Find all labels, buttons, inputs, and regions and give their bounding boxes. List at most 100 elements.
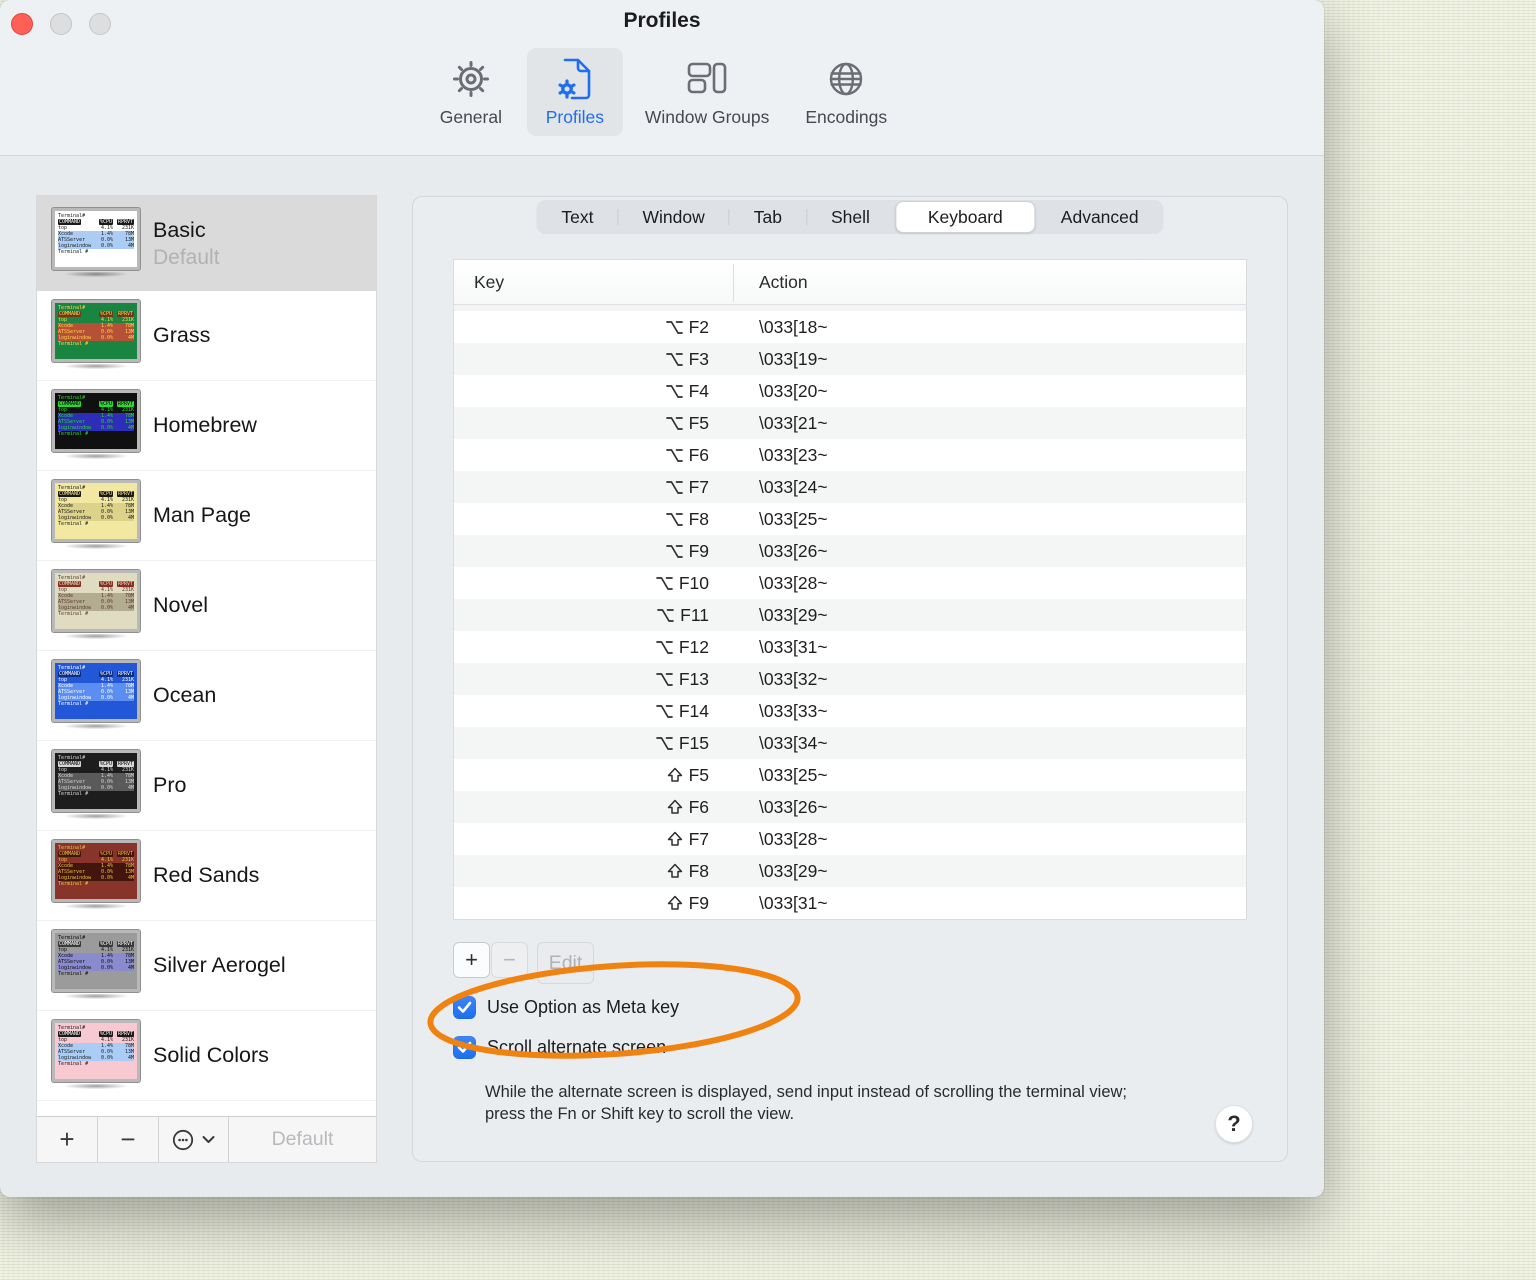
action-cell: \033[31~ <box>759 892 828 913</box>
profile-item-ocean[interactable]: Terminal# COMMAND %CPU RPRVT top 4.1% 231K Xcod… <box>37 651 376 741</box>
tab-text[interactable]: Text <box>537 201 617 233</box>
profile-more-options-button[interactable] <box>159 1117 229 1162</box>
profile-item-grass[interactable]: Terminal# COMMAND %CPU RPRVT top 4.1% 231K Xcod… <box>37 291 376 381</box>
profile-thumbnail: Terminal# COMMAND %CPU RPRVT top 4.1% 231K Xcod… <box>51 389 141 461</box>
profile-item-homebrew[interactable]: Terminal# COMMAND %CPU RPRVT top 4.1% 231K Xcod… <box>37 381 376 471</box>
table-row[interactable]: F5 \033[21~ <box>454 407 1246 439</box>
action-cell: \033[26~ <box>759 796 828 817</box>
toolbar-item-label: Profiles <box>545 107 605 127</box>
toolbar-item-profiles[interactable]: Profiles <box>526 48 623 136</box>
toolbar-item-window-groups[interactable]: Window Groups <box>631 48 784 136</box>
tab-tab[interactable]: Tab <box>730 201 806 233</box>
toolbar-item-label: Encodings <box>805 107 888 127</box>
profile-list: Terminal# COMMAND %CPU RPRVT top 4.1% 231K Xcod… <box>37 196 376 1101</box>
alternate-screen-help-text: While the alternate screen is displayed,… <box>485 1083 1128 1123</box>
key-mapping-table: Key Action F2 \033[18~ F3 \033[19~ F4 \0… <box>453 259 1247 920</box>
profile-name: Homebrew <box>153 413 257 437</box>
table-row[interactable]: F2 \033[18~ <box>454 311 1246 343</box>
table-row[interactable]: F9 \033[31~ <box>454 887 1246 919</box>
use-option-as-meta-checkbox[interactable] <box>453 996 476 1019</box>
tab-window[interactable]: Window <box>618 201 728 233</box>
table-row[interactable]: F3 \033[19~ <box>454 343 1246 375</box>
tab-advanced[interactable]: Advanced <box>1037 201 1163 233</box>
key-cell: F8 <box>454 509 734 530</box>
key-label: F6 <box>688 444 709 465</box>
key-cell: F11 <box>454 605 734 626</box>
table-row[interactable]: F9 \033[26~ <box>454 535 1246 567</box>
profile-name: Novel <box>153 593 208 617</box>
toolbar-item-encodings[interactable]: Encodings <box>791 48 901 136</box>
key-label: F4 <box>688 380 709 401</box>
action-cell: \033[33~ <box>759 700 828 721</box>
column-header-key[interactable]: Key <box>454 263 734 302</box>
tab-keyboard[interactable]: Keyboard <box>894 201 1036 233</box>
action-cell: \033[18~ <box>759 316 828 337</box>
key-label: F3 <box>688 348 709 369</box>
edit-key-mapping-button[interactable]: Edit <box>537 942 594 984</box>
option-key-icon <box>665 320 683 335</box>
profile-name: Basic <box>153 217 206 242</box>
toolbar-item-general[interactable]: General <box>423 48 519 136</box>
help-button[interactable]: ? <box>1215 1105 1253 1143</box>
table-row[interactable]: F6 \033[23~ <box>454 439 1246 471</box>
table-row[interactable]: F12 \033[31~ <box>454 631 1246 663</box>
table-row[interactable]: F8 \033[29~ <box>454 855 1246 887</box>
key-cell: F8 <box>454 861 734 882</box>
profile-thumbnail: Terminal# COMMAND %CPU RPRVT top 4.1% 231K Xcod… <box>51 207 141 279</box>
profile-settings-panel: Text Window Tab Shell Keyboard Advanced Key A… <box>412 196 1288 1162</box>
profile-item-man-page[interactable]: Terminal# COMMAND %CPU RPRVT top 4.1% 231K Xcod… <box>37 471 376 561</box>
action-cell: \033[28~ <box>759 828 828 849</box>
use-option-as-meta-row: Use Option as Meta key <box>453 996 679 1019</box>
key-label: F9 <box>688 892 709 913</box>
settings-tabbar: Text Window Tab Shell Keyboard Advanced <box>536 200 1164 234</box>
key-cell: F3 <box>454 349 734 370</box>
action-cell: \033[19~ <box>759 348 828 369</box>
profile-item-red-sands[interactable]: Terminal# COMMAND %CPU RPRVT top 4.1% 231K Xcod… <box>37 831 376 921</box>
key-label: F8 <box>688 508 709 529</box>
table-row[interactable]: F6 \033[26~ <box>454 791 1246 823</box>
action-cell: \033[29~ <box>759 860 828 881</box>
table-row[interactable]: F15 \033[34~ <box>454 727 1246 759</box>
table-row[interactable]: F11 \033[29~ <box>454 599 1246 631</box>
key-cell: F15 <box>454 733 734 754</box>
tab-shell[interactable]: Shell <box>807 201 894 233</box>
option-key-icon <box>665 448 683 463</box>
profile-item-pro[interactable]: Terminal# COMMAND %CPU RPRVT top 4.1% 231K Xcod… <box>37 741 376 831</box>
remove-profile-button[interactable]: − <box>98 1117 159 1162</box>
profiles-sidebar: Terminal# COMMAND %CPU RPRVT top 4.1% 231K Xcod… <box>36 195 377 1163</box>
key-cell: F7 <box>454 829 734 850</box>
window-groups-icon <box>687 56 727 102</box>
action-cell: \033[34~ <box>759 732 828 753</box>
key-label: F5 <box>688 764 709 785</box>
globe-icon <box>826 56 866 102</box>
table-row[interactable]: F7 \033[24~ <box>454 471 1246 503</box>
ellipsis-circle-icon <box>172 1129 194 1150</box>
profile-item-basic[interactable]: Terminal# COMMAND %CPU RPRVT top 4.1% 231K Xcod… <box>37 196 376 291</box>
table-row[interactable]: F13 \033[32~ <box>454 663 1246 695</box>
key-label: F7 <box>688 828 709 849</box>
table-row[interactable]: F7 \033[28~ <box>454 823 1246 855</box>
scroll-alternate-screen-checkbox[interactable] <box>453 1036 476 1059</box>
option-key-icon <box>665 512 683 527</box>
profile-item-novel[interactable]: Terminal# COMMAND %CPU RPRVT top 4.1% 231K Xcod… <box>37 561 376 651</box>
toolbar-item-label: General <box>439 107 502 127</box>
key-cell: F14 <box>454 701 734 722</box>
option-key-icon <box>655 640 673 655</box>
key-cell: F9 <box>454 541 734 562</box>
column-header-action[interactable]: Action <box>734 272 1246 293</box>
table-row[interactable]: F10 \033[28~ <box>454 567 1246 599</box>
key-label: F12 <box>678 636 709 657</box>
default-profile-button[interactable]: Default <box>229 1117 376 1162</box>
profile-item-silver-aerogel[interactable]: Terminal# COMMAND %CPU RPRVT top 4.1% 231K Xcod… <box>37 921 376 1011</box>
add-profile-button[interactable]: + <box>37 1117 98 1162</box>
profile-item-solid-colors[interactable]: Terminal# COMMAND %CPU RPRVT top 4.1% 231K Xcod… <box>37 1011 376 1101</box>
table-row[interactable]: F5 \033[25~ <box>454 759 1246 791</box>
action-cell: \033[25~ <box>759 508 828 529</box>
table-row[interactable]: F8 \033[25~ <box>454 503 1246 535</box>
table-row[interactable]: F14 \033[33~ <box>454 695 1246 727</box>
remove-key-mapping-button[interactable]: − <box>491 942 528 978</box>
profile-document-icon <box>556 56 594 102</box>
table-row[interactable]: F4 \033[20~ <box>454 375 1246 407</box>
add-key-mapping-button[interactable]: + <box>453 942 490 978</box>
key-label: F13 <box>678 668 709 689</box>
